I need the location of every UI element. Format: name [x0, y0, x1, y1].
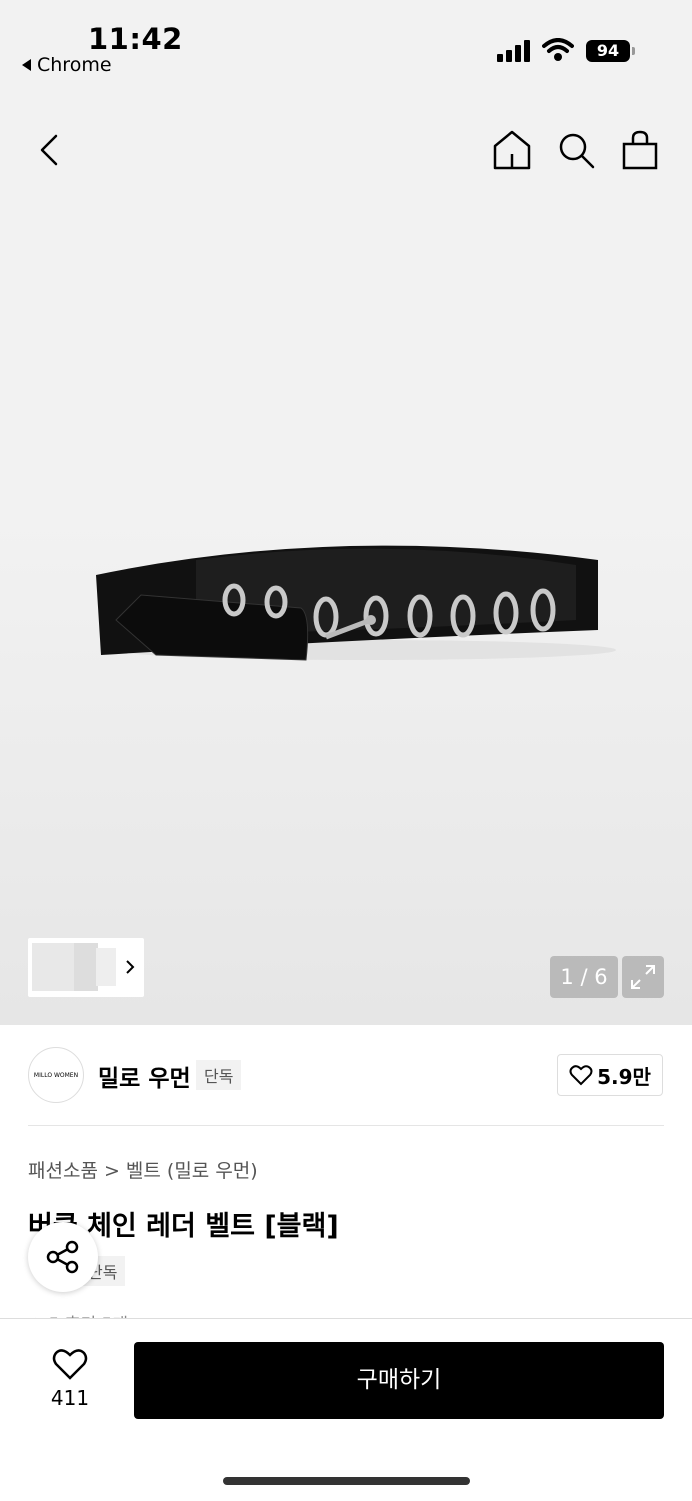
breadcrumb[interactable]: 패션소품 > 벨트 (밀로 우먼) — [28, 1156, 258, 1183]
back-arrow-icon[interactable] — [32, 128, 68, 172]
status-bar: 11:42 Chrome 94 — [0, 0, 692, 90]
image-counter: 1 / 6 — [550, 956, 618, 998]
battery-indicator: 94 — [586, 40, 635, 62]
fullscreen-button[interactable] — [622, 956, 664, 998]
buy-button[interactable]: 구매하기 — [134, 1342, 664, 1419]
thumbnail-1[interactable] — [32, 943, 78, 991]
wifi-icon — [542, 38, 574, 61]
chevron-right-icon[interactable] — [124, 958, 136, 976]
search-icon[interactable] — [556, 130, 596, 170]
share-button[interactable] — [28, 1222, 98, 1292]
expand-icon — [631, 965, 655, 989]
brand-name[interactable]: 밀로 우먼 — [98, 1059, 191, 1093]
thumbnail-strip[interactable] — [28, 938, 144, 997]
shopping-bag-icon[interactable] — [620, 128, 660, 172]
home-icon[interactable] — [492, 128, 532, 172]
home-indicator — [223, 1477, 470, 1485]
share-icon — [46, 1240, 79, 1274]
wishlist-count: 411 — [50, 1386, 90, 1410]
thumbnail-2[interactable] — [74, 943, 98, 991]
back-app-label: Chrome — [37, 54, 112, 76]
heart-icon — [569, 1065, 593, 1086]
divider — [28, 1125, 664, 1126]
heart-icon — [52, 1349, 88, 1380]
signal-icon — [497, 40, 530, 62]
brand-like-button[interactable]: 5.9만 — [557, 1054, 663, 1096]
brand-exclusive-badge: 단독 — [196, 1060, 242, 1090]
belt-product-image — [96, 545, 616, 661]
brand-logo[interactable]: MILLO WOMEN — [28, 1047, 84, 1103]
thumbnail-3[interactable] — [96, 948, 116, 986]
status-time: 11:42 — [88, 22, 183, 56]
brand-like-count: 5.9만 — [597, 1064, 651, 1089]
back-to-app-link[interactable]: Chrome — [22, 54, 112, 76]
brand-row: MILLO WOMEN 밀로 우먼 단독 5.9만 — [0, 1025, 692, 1125]
back-triangle-icon — [22, 59, 31, 71]
